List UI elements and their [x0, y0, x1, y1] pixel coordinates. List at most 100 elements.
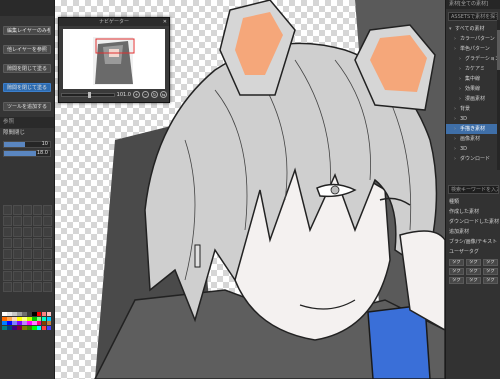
brush-size-cell[interactable]	[43, 205, 52, 215]
brush-size-cell[interactable]	[43, 227, 52, 237]
brush-size-cell[interactable]	[3, 249, 12, 259]
brush-size-cell[interactable]	[33, 216, 42, 226]
tree-item[interactable]: › 背景	[446, 104, 500, 114]
tag-chip[interactable]: タグ	[449, 277, 464, 284]
color-swatch[interactable]	[26, 312, 32, 317]
brush-size-cell[interactable]	[43, 260, 52, 270]
brush-size-cell[interactable]	[3, 271, 12, 281]
tree-item[interactable]: › 画像素材	[446, 134, 500, 144]
brush-size-grid[interactable]	[3, 205, 52, 295]
color-swatch[interactable]	[6, 321, 12, 326]
gap-slider[interactable]: 10	[3, 141, 51, 148]
color-swatch[interactable]	[41, 325, 47, 330]
navigator-thumbnail[interactable]	[63, 29, 165, 89]
close-gap-fill-button[interactable]: 隙間を閉じて塗る	[3, 64, 51, 73]
search-option-item[interactable]: 追加素材	[446, 227, 500, 237]
brush-size-cell[interactable]	[33, 249, 42, 259]
color-swatch[interactable]	[21, 321, 27, 326]
brush-size-cell[interactable]	[43, 249, 52, 259]
brush-size-cell[interactable]	[3, 227, 12, 237]
tree-item[interactable]: › カケアミ	[446, 64, 500, 74]
color-swatch[interactable]	[46, 316, 52, 321]
zoom-in-icon[interactable]: +	[133, 91, 140, 98]
color-swatch[interactable]	[46, 321, 52, 326]
color-swatch[interactable]	[16, 325, 22, 330]
brush-size-cell[interactable]	[23, 216, 32, 226]
search-option-item[interactable]: ブラシ/画像/テキスト	[446, 237, 500, 247]
brush-size-cell[interactable]	[23, 271, 32, 281]
color-swatch[interactable]	[6, 312, 12, 317]
tree-item[interactable]: › 3D	[446, 144, 500, 154]
color-swatch[interactable]	[26, 325, 32, 330]
brush-size-cell[interactable]	[13, 238, 22, 248]
brush-size-cell[interactable]	[3, 238, 12, 248]
brush-size-cell[interactable]	[23, 249, 32, 259]
size-slider[interactable]: 18.0	[3, 150, 51, 157]
color-swatch[interactable]	[41, 312, 47, 317]
navigator-window[interactable]: ナビゲーター ✕ 101.0 + − ↻ ⇆	[58, 17, 170, 103]
tree-item[interactable]: › 効果線	[446, 84, 500, 94]
zoom-value[interactable]: 101.0	[117, 92, 131, 98]
tree-item[interactable]: › カラーパターン	[446, 34, 500, 44]
color-swatch[interactable]	[36, 312, 42, 317]
brush-size-cell[interactable]	[13, 205, 22, 215]
zoom-out-icon[interactable]: −	[142, 91, 149, 98]
tree-item[interactable]: ▾ すべての素材	[446, 24, 500, 34]
add-tool-button[interactable]: ツールを追加する	[3, 102, 51, 111]
keyword-search-field[interactable]: 検索キーワードを入力	[448, 185, 499, 194]
color-swatch[interactable]	[16, 321, 22, 326]
color-swatch[interactable]	[21, 312, 27, 317]
brush-size-cell[interactable]	[13, 216, 22, 226]
color-swatch[interactable]	[2, 316, 7, 321]
color-swatch[interactable]	[36, 325, 42, 330]
brush-size-cell[interactable]	[13, 271, 22, 281]
color-swatch[interactable]	[6, 316, 12, 321]
brush-size-cell[interactable]	[33, 282, 42, 292]
color-swatch[interactable]	[41, 321, 47, 326]
flip-icon[interactable]: ⇆	[160, 91, 167, 98]
color-swatch[interactable]	[46, 312, 52, 317]
brush-size-cell[interactable]	[23, 238, 32, 248]
tag-chip[interactable]: タグ	[466, 259, 481, 266]
color-swatch[interactable]	[26, 316, 32, 321]
search-option-item[interactable]: ダウンロードした素材	[446, 217, 500, 227]
color-swatch[interactable]	[31, 316, 37, 321]
tag-chip[interactable]: タグ	[449, 268, 464, 275]
color-swatch[interactable]	[2, 325, 7, 330]
tree-item[interactable]: › グラデーション	[446, 54, 500, 64]
zoom-knob[interactable]	[87, 91, 91, 98]
close-gap-fill-button-2[interactable]: 隙間を閉じて塗る	[3, 83, 51, 92]
brush-size-cell[interactable]	[13, 249, 22, 259]
brush-size-cell[interactable]	[33, 227, 42, 237]
brush-size-cell[interactable]	[3, 205, 12, 215]
color-swatch[interactable]	[16, 316, 22, 321]
color-swatch[interactable]	[36, 316, 42, 321]
color-swatch[interactable]	[31, 321, 37, 326]
color-swatch[interactable]	[21, 325, 27, 330]
color-swatch[interactable]	[46, 325, 52, 330]
color-swatch[interactable]	[11, 312, 17, 317]
reference-edit-layer-button[interactable]: 編集レイヤーのみ参照	[3, 26, 51, 35]
color-swatch[interactable]	[21, 316, 27, 321]
brush-size-cell[interactable]	[33, 238, 42, 248]
search-option-item[interactable]: ユーザータグ	[446, 247, 500, 257]
brush-size-cell[interactable]	[43, 216, 52, 226]
navigator-titlebar[interactable]: ナビゲーター ✕	[59, 18, 169, 26]
color-swatch[interactable]	[2, 312, 7, 317]
brush-size-cell[interactable]	[43, 282, 52, 292]
color-swatch[interactable]	[31, 312, 37, 317]
color-swatch[interactable]	[2, 321, 7, 326]
color-palette[interactable]	[2, 312, 52, 330]
search-option-item[interactable]: 種類	[446, 197, 500, 207]
tag-chip[interactable]: タグ	[449, 259, 464, 266]
color-swatch[interactable]	[11, 321, 17, 326]
brush-size-cell[interactable]	[23, 205, 32, 215]
zoom-slider[interactable]	[61, 91, 115, 98]
brush-size-cell[interactable]	[23, 282, 32, 292]
color-swatch[interactable]	[11, 316, 17, 321]
tag-chip[interactable]: タグ	[483, 268, 498, 275]
tree-item[interactable]: › 集中線	[446, 74, 500, 84]
brush-size-cell[interactable]	[3, 282, 12, 292]
tree-item[interactable]: › 3D	[446, 114, 500, 124]
reference-other-layer-button[interactable]: 他レイヤーを参照	[3, 45, 51, 54]
